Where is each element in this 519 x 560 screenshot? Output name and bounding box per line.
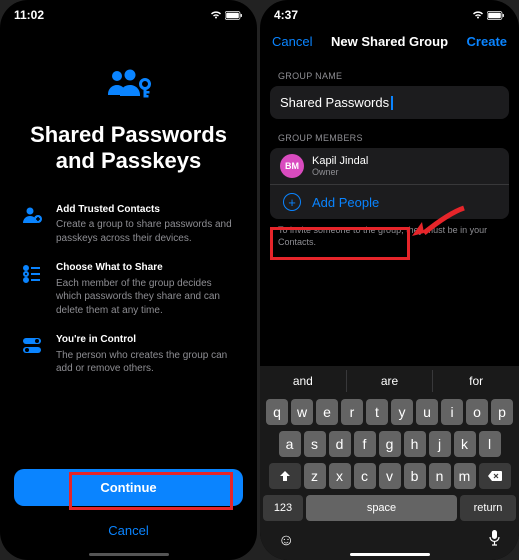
add-people-button[interactable]: + Add People	[270, 184, 509, 219]
group-name-input[interactable]: Shared Passwords	[270, 86, 509, 119]
key-l[interactable]: l	[479, 431, 501, 457]
notch	[350, 0, 430, 18]
feature-control: You're in ControlThe person who creates …	[18, 333, 239, 376]
helper-text: To invite someone to the group, they mus…	[260, 219, 519, 254]
text-cursor	[391, 96, 393, 110]
battery-icon	[225, 11, 243, 20]
key-e[interactable]: e	[316, 399, 338, 425]
list-check-icon	[20, 261, 44, 285]
key-j[interactable]: j	[429, 431, 451, 457]
nav-create[interactable]: Create	[467, 34, 507, 49]
cancel-link[interactable]: Cancel	[0, 523, 257, 538]
time: 4:37	[274, 8, 298, 22]
wifi-icon	[471, 10, 485, 20]
key-g[interactable]: g	[379, 431, 401, 457]
feature-trusted: Add Trusted ContactsCreate a group to sh…	[18, 203, 239, 246]
people-plus-icon	[20, 203, 44, 227]
right-screen: 4:37 Cancel New Shared Group Create GROU…	[260, 0, 519, 560]
key-i[interactable]: i	[441, 399, 463, 425]
key-d[interactable]: d	[329, 431, 351, 457]
status-icons	[209, 10, 243, 20]
nav-bar: Cancel New Shared Group Create	[260, 26, 519, 57]
key-w[interactable]: w	[291, 399, 313, 425]
key-o[interactable]: o	[466, 399, 488, 425]
backspace-key[interactable]	[479, 463, 511, 489]
home-indicator[interactable]	[350, 553, 430, 556]
time: 11:02	[14, 8, 44, 22]
shift-key[interactable]	[269, 463, 301, 489]
continue-button[interactable]: Continue	[14, 469, 243, 506]
hero-icon	[104, 66, 154, 106]
key-z[interactable]: z	[304, 463, 326, 489]
left-screen: 11:02 Shared Passwords and Passkeys Add …	[0, 0, 257, 560]
suggestions: and are for	[260, 366, 519, 396]
status-icons	[471, 10, 505, 20]
key-y[interactable]: y	[391, 399, 413, 425]
key-b[interactable]: b	[404, 463, 426, 489]
key-v[interactable]: v	[379, 463, 401, 489]
key-a[interactable]: a	[279, 431, 301, 457]
nav-cancel[interactable]: Cancel	[272, 34, 312, 49]
member-role: Owner	[312, 167, 368, 177]
key-x[interactable]: x	[329, 463, 351, 489]
space-key[interactable]: space	[306, 495, 457, 521]
notch	[89, 0, 169, 18]
toggle-icon	[20, 333, 44, 357]
suggestion[interactable]: for	[433, 370, 519, 392]
key-h[interactable]: h	[404, 431, 426, 457]
key-c[interactable]: c	[354, 463, 376, 489]
member-row[interactable]: BM Kapil Jindal Owner	[270, 148, 509, 184]
key-f[interactable]: f	[354, 431, 376, 457]
suggestion[interactable]: and	[260, 370, 347, 392]
avatar: BM	[280, 154, 304, 178]
key-n[interactable]: n	[429, 463, 451, 489]
page-title: Shared Passwords and Passkeys	[18, 122, 239, 175]
key-q[interactable]: q	[266, 399, 288, 425]
key-row-4: 123 space return	[260, 492, 519, 524]
battery-icon	[487, 11, 505, 20]
plus-icon: +	[283, 193, 301, 211]
home-indicator[interactable]	[89, 553, 169, 556]
key-row-1: q w e r t y u i o p	[260, 396, 519, 428]
mic-key[interactable]	[488, 529, 501, 552]
key-t[interactable]: t	[366, 399, 388, 425]
return-key[interactable]: return	[460, 495, 516, 521]
key-u[interactable]: u	[416, 399, 438, 425]
group-name-label: GROUP NAME	[260, 57, 519, 86]
feature-choose: Choose What to ShareEach member of the g…	[18, 261, 239, 317]
num-key[interactable]: 123	[263, 495, 303, 521]
key-r[interactable]: r	[341, 399, 363, 425]
members-list: BM Kapil Jindal Owner + Add People	[270, 148, 509, 219]
key-k[interactable]: k	[454, 431, 476, 457]
keyboard: and are for q w e r t y u i o p a s d f …	[260, 366, 519, 560]
wifi-icon	[209, 10, 223, 20]
nav-title: New Shared Group	[331, 34, 448, 49]
suggestion[interactable]: are	[347, 370, 434, 392]
key-row-2: a s d f g h j k l	[260, 428, 519, 460]
key-m[interactable]: m	[454, 463, 476, 489]
key-p[interactable]: p	[491, 399, 513, 425]
emoji-key[interactable]: ☺	[278, 532, 294, 550]
key-s[interactable]: s	[304, 431, 326, 457]
key-row-3: z x c v b n m	[260, 460, 519, 492]
member-name: Kapil Jindal	[312, 155, 368, 167]
members-label: GROUP MEMBERS	[260, 119, 519, 148]
